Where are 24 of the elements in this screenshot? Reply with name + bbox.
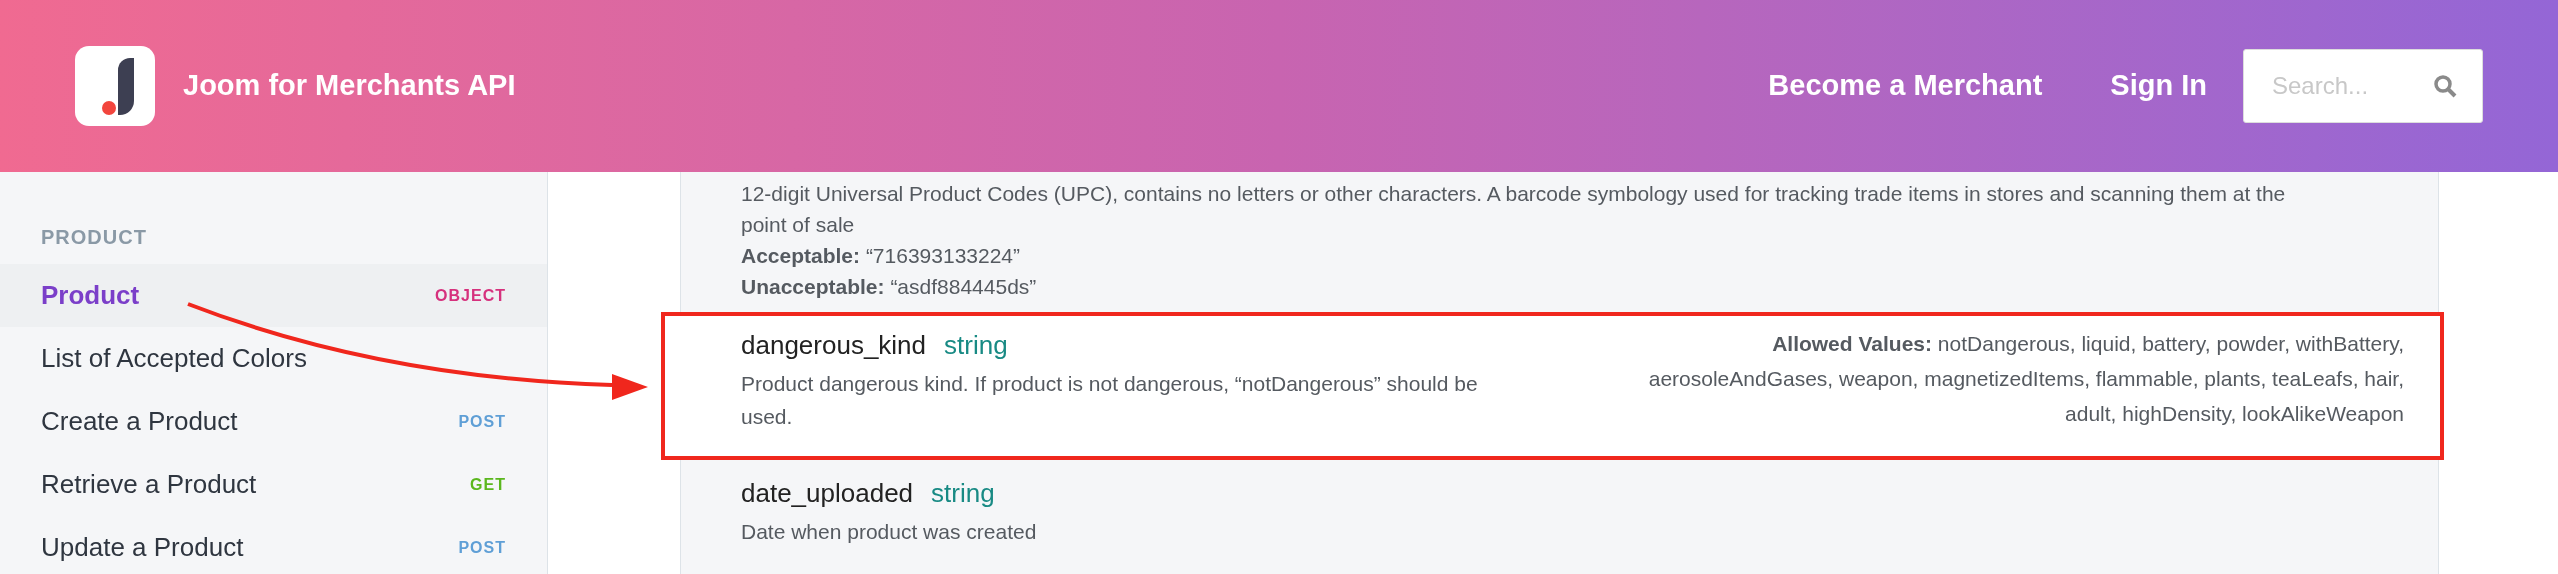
field-name: dangerous_kind: [741, 329, 927, 362]
sidebar-item[interactable]: Retrieve a Product GET: [0, 453, 547, 516]
logo-icon[interactable]: [75, 46, 155, 126]
field-name: date_uploaded: [741, 477, 914, 510]
sidebar-item[interactable]: Create a Product POST: [0, 390, 547, 453]
search-icon: [2433, 74, 2457, 98]
sidebar-item[interactable]: Product OBJECT: [0, 264, 547, 327]
description-text: 12-digit Universal Product Codes (UPC), contains no letters or other characters. A barcode symbology used for tracking trade items in stores and scanning them at the point of sale: [741, 181, 2287, 238]
field-description: Product dangerous kind. If product is not dangerous, “notDangerous” should be used.: [741, 371, 1479, 430]
method-tag: OBJECT: [435, 283, 506, 308]
method-tag: GET: [470, 472, 506, 497]
method-tag: POST: [458, 535, 506, 560]
method-tag: POST: [458, 409, 506, 434]
field-type: string: [944, 329, 1008, 362]
section-heading: PRODUCT: [40, 225, 148, 250]
field-description: Date when product was created: [741, 519, 1038, 545]
nav-link[interactable]: Become a Merchant: [1768, 64, 2043, 108]
nav-link[interactable]: Sign In: [2110, 64, 2207, 108]
field-type: string: [931, 477, 995, 510]
example-text: Acceptable: “716393133224”: [741, 243, 1022, 269]
allowed-values-text: Allowed Values: notDangerous, liquid, battery, powder, withBattery, aerosoleAndGases, weapon, magnetizedItems, flammable, plants, teaLeafs, hair, adult, highDensity, lookAlikeWeapon: [1647, 331, 2404, 427]
sidebar-item[interactable]: List of Accepted Colors: [0, 327, 547, 390]
example-text: Unacceptable: “asdf884445ds”: [741, 274, 1038, 300]
sidebar-item[interactable]: Update a Product POST: [0, 516, 547, 574]
